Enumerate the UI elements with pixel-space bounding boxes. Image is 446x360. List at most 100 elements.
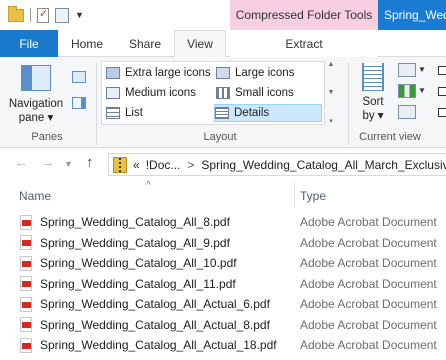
checkbox-icon[interactable] <box>438 108 446 117</box>
title-bar: ▼ Compressed Folder Tools Spring_Wedding <box>0 0 446 30</box>
file-row[interactable]: Spring_Wedding_Catalog_All_Actual_8.pdf … <box>0 315 446 336</box>
breadcrumb-overflow[interactable]: « <box>133 158 140 172</box>
pdf-file-icon <box>20 317 32 333</box>
layout-option-label: Large icons <box>235 67 295 79</box>
checkbox-icon[interactable] <box>438 87 446 96</box>
layout-option-small-icons[interactable]: Small icons <box>216 84 320 102</box>
breadcrumb-chevron-right-icon[interactable]: > <box>187 158 194 172</box>
ribbon-view: Navigation pane ▾ Panes Extra large icon… <box>0 57 446 148</box>
file-row[interactable]: Spring_Wedding_Catalog_All_11.pdf Adobe … <box>0 274 446 295</box>
navigation-pane-button[interactable]: Navigation pane ▾ <box>6 63 66 125</box>
address-bar-row: ← → ▼ ↑ « !Doc... > Spring_Wedding_Catal… <box>0 148 446 180</box>
file-row[interactable]: Spring_Wedding_Catalog_All_8.pdf Adobe A… <box>0 212 446 233</box>
layout-option-list[interactable]: List <box>106 104 212 122</box>
group-by-chevron-down-icon[interactable]: ▼ <box>418 65 426 74</box>
file-type: Adobe Acrobat Document <box>300 276 437 291</box>
window-title: Spring_Wedding <box>378 0 446 30</box>
up-arrow-icon[interactable]: ↑ <box>86 154 94 171</box>
panes-group-label: Panes <box>31 131 63 143</box>
pdf-file-icon <box>20 214 32 230</box>
gallery-expand-icon[interactable]: ▾ <box>329 117 333 125</box>
file-name: Spring_Wedding_Catalog_All_Actual_8.pdf <box>40 317 270 332</box>
file-row[interactable]: Spring_Wedding_Catalog_All_10.pdf Adobe … <box>0 253 446 274</box>
group-divider <box>348 63 349 145</box>
column-header: ^ Name Type <box>0 180 446 210</box>
layout-gallery-scroll[interactable]: ▲ ▼ ▾ <box>326 61 336 125</box>
file-name: Spring_Wedding_Catalog_All_8.pdf <box>40 215 230 230</box>
scroll-down-icon[interactable]: ▼ <box>328 89 335 96</box>
address-field[interactable]: « !Doc... > Spring_Wedding_Catalog_All_M… <box>108 153 446 176</box>
file-name: Spring_Wedding_Catalog_All_Actual_18.pdf <box>40 338 277 353</box>
file-type: Adobe Acrobat Document <box>300 235 437 250</box>
file-row[interactable]: Spring_Wedding_Catalog_All_9.pdf Adobe A… <box>0 233 446 254</box>
properties-icon[interactable] <box>37 7 49 23</box>
forward-arrow-icon[interactable]: → <box>40 154 55 171</box>
ribbon-tab-row: File Home Share View Extract <box>0 30 446 58</box>
layout-option-label: List <box>125 107 143 119</box>
layout-option-medium-icons[interactable]: Medium icons <box>106 84 212 102</box>
checkbox-icon[interactable] <box>438 66 446 75</box>
file-type: Adobe Acrobat Document <box>300 215 437 230</box>
tab-file[interactable]: File <box>0 30 58 57</box>
tab-extract[interactable]: Extract <box>230 30 378 57</box>
details-icon <box>215 107 229 119</box>
add-columns-chevron-down-icon[interactable]: ▼ <box>418 86 426 95</box>
tab-view[interactable]: View <box>174 30 226 58</box>
pdf-file-icon <box>20 337 32 353</box>
details-pane-icon[interactable] <box>72 97 86 109</box>
size-columns-to-fit-icon[interactable] <box>398 105 416 119</box>
current-view-group-label: Current view <box>359 131 421 143</box>
layout-option-details[interactable]: Details <box>214 104 322 122</box>
file-name: Spring_Wedding_Catalog_All_9.pdf <box>40 235 230 250</box>
recent-locations-chevron-down-icon[interactable]: ▼ <box>64 159 73 169</box>
file-row[interactable]: Spring_Wedding_Catalog_All_Actual_18.pdf… <box>0 335 446 356</box>
contextual-tab-group-label: Compressed Folder Tools <box>230 0 378 30</box>
customize-toolbar-chevron-down-icon[interactable]: ▼ <box>75 10 84 20</box>
list-icon <box>106 107 120 119</box>
medium-icons-icon <box>106 87 120 99</box>
file-type: Adobe Acrobat Document <box>300 338 437 353</box>
scroll-up-icon[interactable]: ▲ <box>328 61 335 68</box>
pdf-file-icon <box>20 235 32 251</box>
pdf-file-icon <box>20 296 32 312</box>
folder-icon <box>8 5 24 22</box>
breadcrumb-item[interactable]: !Doc... <box>146 158 181 172</box>
layout-option-label: Extra large icons <box>125 67 211 79</box>
layout-group-label: Layout <box>203 131 237 143</box>
large-icons-icon <box>216 67 230 79</box>
small-icons-icon <box>216 87 230 99</box>
file-name: Spring_Wedding_Catalog_All_11.pdf <box>40 276 236 291</box>
navigation-pane-label-line2: pane ▾ <box>18 112 54 124</box>
pdf-file-icon <box>20 255 32 271</box>
navigation-pane-label-line1: Navigation <box>8 98 64 110</box>
file-type: Adobe Acrobat Document <box>300 317 437 332</box>
breadcrumb-item[interactable]: Spring_Wedding_Catalog_All_March_Exclusi… <box>201 158 446 172</box>
layout-gallery: Extra large icons Large icons Medium ico… <box>101 61 325 125</box>
tab-home[interactable]: Home <box>58 30 116 57</box>
file-row[interactable]: Spring_Wedding_Catalog_All_Actual_6.pdf … <box>0 294 446 315</box>
group-by-icon[interactable] <box>398 63 416 77</box>
sort-ascending-chevron-up-icon: ^ <box>146 180 151 191</box>
layout-option-label: Small icons <box>235 87 294 99</box>
preview-pane-icon[interactable] <box>72 71 86 83</box>
sort-by-label-line1: Sort <box>362 96 384 108</box>
sort-by-label-line2: by ▾ <box>362 110 384 122</box>
add-columns-icon[interactable] <box>398 84 416 98</box>
file-list: Spring_Wedding_Catalog_All_8.pdf Adobe A… <box>0 212 446 360</box>
zip-folder-icon <box>113 156 127 173</box>
pdf-file-icon <box>20 276 32 292</box>
column-header-name[interactable]: Name <box>19 189 51 203</box>
back-arrow-icon[interactable]: ← <box>14 154 29 171</box>
new-folder-icon[interactable] <box>55 7 69 23</box>
column-divider[interactable] <box>294 182 295 208</box>
layout-option-large-icons[interactable]: Large icons <box>216 64 320 82</box>
group-divider <box>96 63 97 145</box>
tab-share[interactable]: Share <box>116 30 174 57</box>
layout-option-label: Medium icons <box>125 87 196 99</box>
file-name: Spring_Wedding_Catalog_All_10.pdf <box>40 256 237 271</box>
sort-by-button[interactable]: Sort by ▾ <box>356 63 390 127</box>
toolbar-divider <box>30 8 31 22</box>
quick-access-toolbar: ▼ <box>0 0 84 30</box>
column-header-type[interactable]: Type <box>300 189 326 203</box>
layout-option-extra-large-icons[interactable]: Extra large icons <box>106 64 212 82</box>
